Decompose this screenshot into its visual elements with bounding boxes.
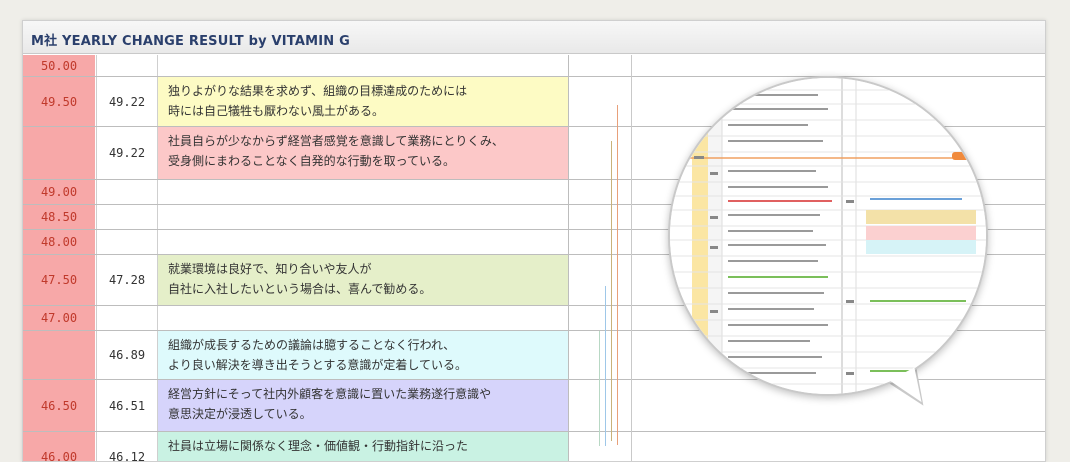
average-cell xyxy=(96,306,157,330)
zoom-preview-bubble xyxy=(668,76,988,396)
statement-cell xyxy=(157,55,569,76)
connector-line xyxy=(611,141,612,441)
connector-line xyxy=(617,105,618,445)
statement-cell: 就業環境は良好で、知り合いや友人が 自社に入社したいという場合は、喜んで勧める。 xyxy=(157,255,569,305)
statement-cell: 組織が成長するための議論は臆することなく行われ、 より良い解決を導き出そうとする… xyxy=(157,331,569,379)
average-cell: 49.22 xyxy=(96,77,157,126)
average-cell: 46.89 xyxy=(96,331,157,379)
statement-cell: 経営方針にそって社内外顧客を意識に置いた業務遂行意識や 意思決定が浸透している。 xyxy=(157,380,569,431)
score-cell: 50.00 xyxy=(23,55,95,76)
average-cell xyxy=(96,230,157,254)
grid-line xyxy=(631,55,632,461)
score-cell: 49.00 xyxy=(23,180,95,204)
table-row: 50.00 xyxy=(23,55,1045,77)
average-cell: 49.22 xyxy=(96,127,157,179)
average-cell: 46.12 xyxy=(96,432,157,461)
average-cell: 47.28 xyxy=(96,255,157,305)
average-cell: 46.51 xyxy=(96,380,157,431)
table-row: 46.00 46.12 社員は立場に関係なく理念・価値観・行動指針に沿った xyxy=(23,432,1045,461)
score-cell: 48.50 xyxy=(23,205,95,229)
connector-line xyxy=(605,286,606,446)
statement-cell xyxy=(157,230,569,254)
statement-cell: 社員自らが少なからず経営者感覚を意識して業務にとりくみ、 受身側にまわることなく… xyxy=(157,127,569,179)
panel-header: M社 YEARLY CHANGE RESULT by VITAMIN G xyxy=(23,21,1045,54)
panel-title: M社 YEARLY CHANGE RESULT by VITAMIN G xyxy=(31,34,350,49)
zoom-preview-graphic xyxy=(670,78,986,394)
average-cell xyxy=(96,55,157,76)
score-cell: 46.50 xyxy=(23,380,95,431)
score-cell: 47.50 xyxy=(23,255,95,305)
score-cell: 47.00 xyxy=(23,306,95,330)
score-cell: 48.00 xyxy=(23,230,95,254)
score-cell: 46.00 xyxy=(23,432,95,461)
statement-cell xyxy=(157,205,569,229)
average-cell xyxy=(96,180,157,204)
statement-cell xyxy=(157,180,569,204)
score-cell xyxy=(23,331,95,379)
statement-cell: 社員は立場に関係なく理念・価値観・行動指針に沿った xyxy=(157,432,569,461)
statement-cell: 独りよがりな結果を求めず、組織の目標達成のためには 時には自己犠牲も厭わない風土… xyxy=(157,77,569,126)
average-cell xyxy=(96,205,157,229)
score-cell xyxy=(23,127,95,179)
score-cell: 49.50 xyxy=(23,77,95,126)
statement-cell xyxy=(157,306,569,330)
connector-line xyxy=(599,331,600,446)
